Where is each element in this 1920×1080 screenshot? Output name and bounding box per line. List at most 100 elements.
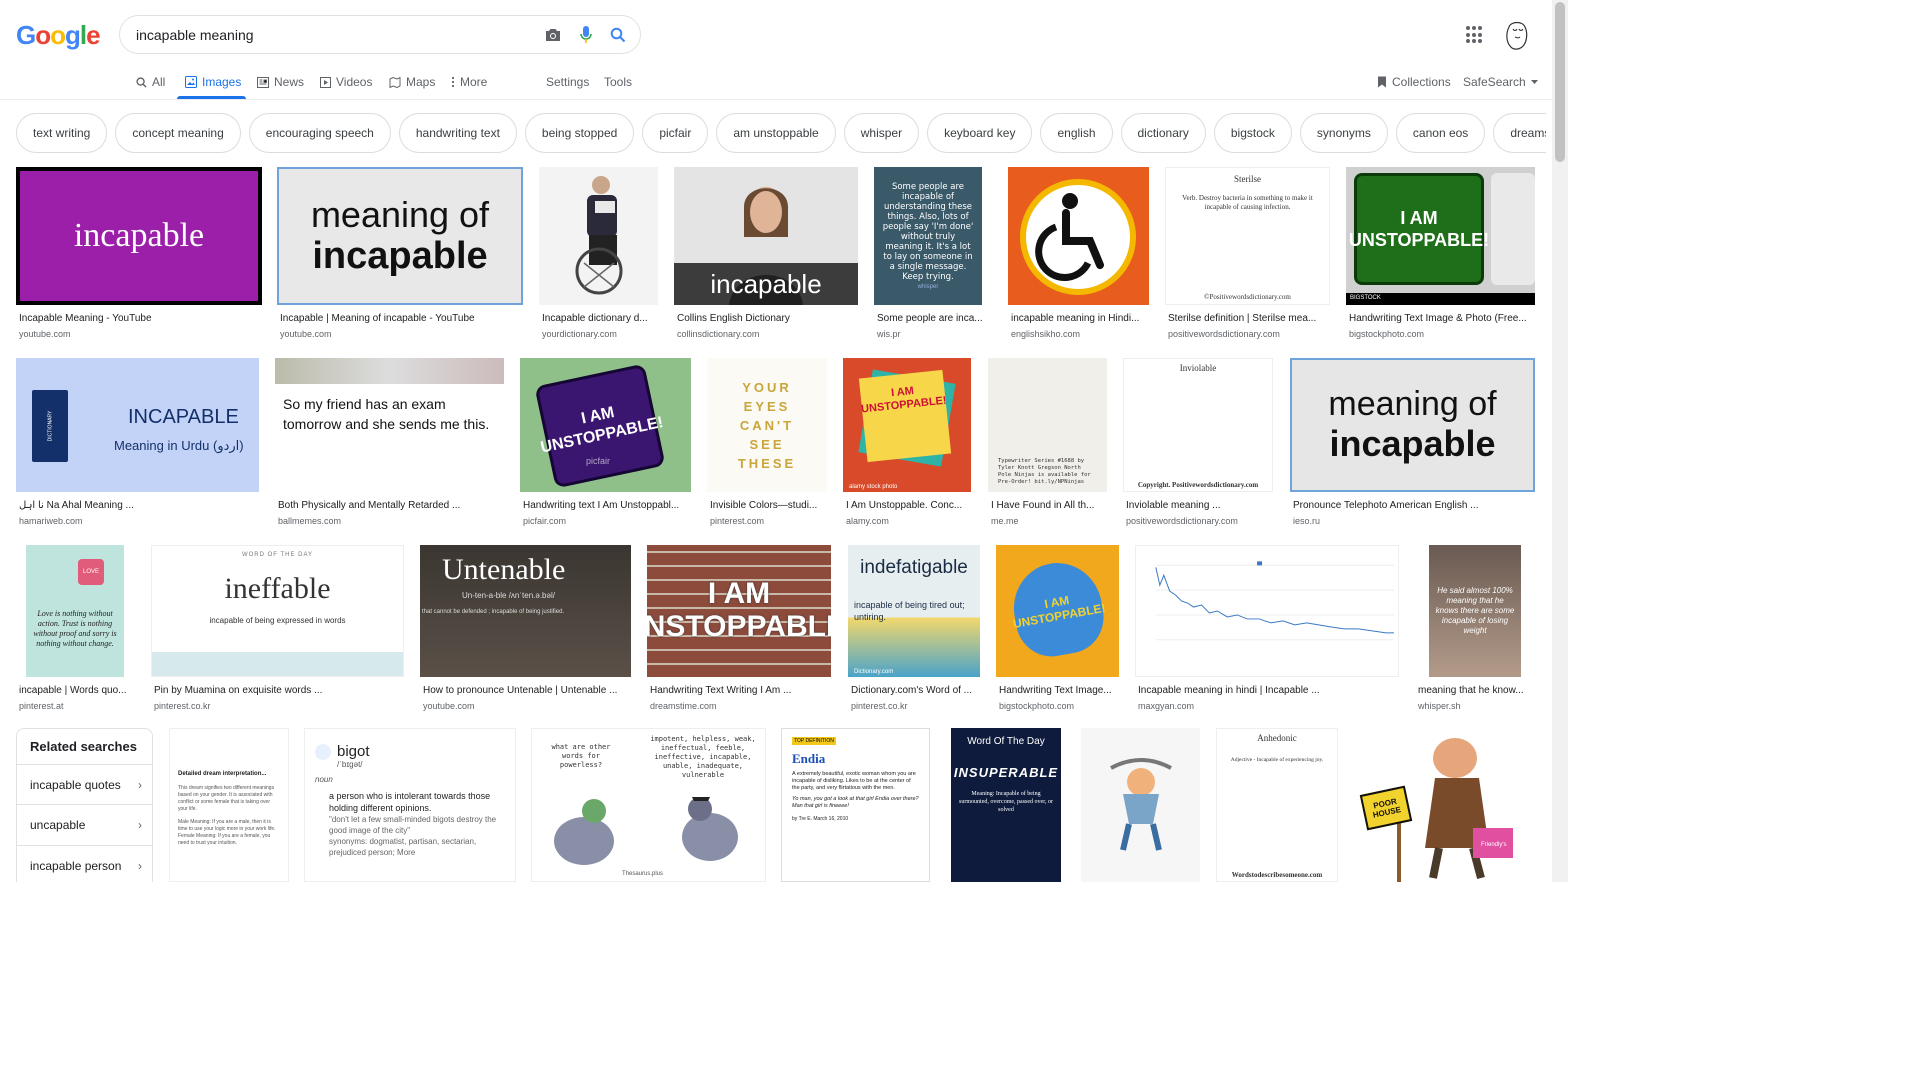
result-title[interactable]: Some people are inca... xyxy=(877,313,991,324)
chip[interactable]: synonyms xyxy=(1299,113,1388,153)
chip[interactable]: bigstock xyxy=(1213,113,1292,153)
result-domain[interactable]: pinterest.com xyxy=(710,516,764,526)
result-title[interactable]: Incapable dictionary d... xyxy=(542,313,660,324)
result-thumbnail[interactable]: incapable xyxy=(16,167,262,305)
result-title[interactable]: I Have Found in All th... xyxy=(991,500,1107,511)
result-title[interactable]: Incapable | Meaning of incapable - YouTu… xyxy=(280,313,520,324)
result-domain[interactable]: pinterest.at xyxy=(19,701,64,711)
result-thumbnail[interactable]: TOP DEFINITION Endia A extremely beautif… xyxy=(781,728,930,882)
result-thumbnail[interactable] xyxy=(539,167,658,305)
google-logo[interactable]: Google xyxy=(16,20,101,51)
result-thumbnail[interactable]: Word Of The Day INSUPERABLE Meaning: Inc… xyxy=(951,728,1061,882)
image-result[interactable]: He said almost 100% meaning that he know… xyxy=(1415,545,1535,715)
image-result[interactable]: DICTIONARY INCAPABLE Meaning in Urdu (ار… xyxy=(16,358,260,530)
result-title[interactable]: Handwriting text I Am Unstoppabl... xyxy=(523,500,691,511)
result-title[interactable]: Pin by Muamina on exquisite words ... xyxy=(154,685,404,696)
result-thumbnail[interactable]: WORD OF THE DAY ineffable incapable of b… xyxy=(151,545,404,677)
result-title[interactable]: incapable meaning in Hindi... xyxy=(1011,313,1149,324)
safesearch-dropdown[interactable]: SafeSearch xyxy=(1463,73,1538,91)
result-domain[interactable]: youtube.com xyxy=(280,329,332,339)
image-result[interactable]: So my friend has an exam tomorrow and sh… xyxy=(275,358,504,530)
result-domain[interactable]: youtube.com xyxy=(19,329,71,339)
image-result[interactable]: what are other words for powerless? impo… xyxy=(531,728,766,882)
image-result[interactable]: Typewriter Series #1688 by Tyler Knott G… xyxy=(988,358,1108,530)
chip[interactable]: concept meaning xyxy=(115,113,241,153)
chip[interactable]: picfair xyxy=(642,113,709,153)
result-thumbnail[interactable]: Typewriter Series #1688 by Tyler Knott G… xyxy=(988,358,1107,492)
related-search-item[interactable]: uncapable › xyxy=(17,804,152,844)
mic-icon[interactable] xyxy=(576,25,596,45)
result-thumbnail[interactable]: meaning of incapable xyxy=(1290,358,1535,492)
result-title[interactable]: Incapable meaning in hindi | Incapable .… xyxy=(1138,685,1398,696)
result-domain[interactable]: englishsikho.com xyxy=(1011,329,1080,339)
image-result[interactable]: Some people are incapable of understandi… xyxy=(874,167,992,342)
result-title[interactable]: Handwriting Text Image... xyxy=(999,685,1119,696)
result-domain[interactable]: positivewordsdictionary.com xyxy=(1126,516,1238,526)
image-result[interactable]: incapable Incapable Meaning - YouTube yo… xyxy=(16,167,262,342)
image-result[interactable]: meaning of incapable Pronounce Telephoto… xyxy=(1290,358,1535,530)
result-thumbnail[interactable]: meaning of incapable xyxy=(277,167,523,305)
tab-videos[interactable]: Videos xyxy=(320,73,372,91)
camera-icon[interactable] xyxy=(543,25,563,45)
result-title[interactable]: Pronounce Telephoto American English ... xyxy=(1293,500,1533,511)
image-result[interactable]: TOP DEFINITION Endia A extremely beautif… xyxy=(781,728,931,882)
result-thumbnail[interactable]: I AM UNSTOPPABLE! BIGSTOCK xyxy=(1346,167,1535,305)
result-title[interactable]: Incapable Meaning - YouTube xyxy=(19,313,259,324)
result-domain[interactable]: bigstockphoto.com xyxy=(999,701,1074,711)
tab-news[interactable]: News xyxy=(257,73,304,91)
image-result[interactable] xyxy=(1081,728,1201,882)
result-thumbnail[interactable]: Sterilse Verb. Destroy bacteria in somet… xyxy=(1165,167,1330,305)
result-domain[interactable]: pinterest.co.kr xyxy=(154,701,211,711)
chip[interactable]: being stopped xyxy=(524,113,635,153)
search-input[interactable] xyxy=(136,24,516,46)
image-result[interactable]: bigot /ˈbɪɡət/ noun a person who is into… xyxy=(304,728,516,882)
image-result[interactable]: Inviolable Copyright. Positivewordsdicti… xyxy=(1123,358,1274,530)
image-result[interactable]: Sterilse Verb. Destroy bacteria in somet… xyxy=(1165,167,1331,342)
image-result[interactable]: POOR HOUSE Friendly's xyxy=(1355,728,1535,882)
result-title[interactable]: I Am Unstoppable. Conc... xyxy=(846,500,972,511)
result-thumbnail[interactable]: incapable xyxy=(674,167,858,305)
result-domain[interactable]: collinsdictionary.com xyxy=(677,329,759,339)
chip[interactable]: text writing xyxy=(16,113,108,153)
chip[interactable]: am unstoppable xyxy=(716,113,836,153)
result-domain[interactable]: youtube.com xyxy=(423,701,475,711)
image-result[interactable]: Anhedonic Adjective - Incapable of exper… xyxy=(1216,728,1339,882)
image-result[interactable]: I AM UNSTOPPABLE! alamy stock photo I Am… xyxy=(843,358,972,530)
result-thumbnail[interactable]: bigot /ˈbɪɡət/ noun a person who is into… xyxy=(304,728,516,882)
settings-link[interactable]: Settings xyxy=(546,73,589,91)
result-thumbnail[interactable]: what are other words for powerless? impo… xyxy=(531,728,766,882)
result-domain[interactable]: whisper.sh xyxy=(1418,701,1461,711)
result-title[interactable]: Collins English Dictionary xyxy=(677,313,857,324)
image-result[interactable]: Incapable meaning in hindi | Incapable .… xyxy=(1135,545,1400,715)
apps-grid-icon[interactable] xyxy=(1466,26,1484,44)
result-title[interactable]: meaning that he know... xyxy=(1418,685,1536,696)
result-title[interactable]: Dictionary.com's Word of ... xyxy=(851,685,981,696)
tools-link[interactable]: Tools xyxy=(604,73,632,91)
result-domain[interactable]: me.me xyxy=(991,516,1019,526)
page-scrollbar[interactable] xyxy=(1552,0,1568,882)
image-result[interactable]: I AM UNSTOPPABLE! BIGSTOCK Handwriting T… xyxy=(1346,167,1535,342)
result-thumbnail[interactable] xyxy=(1081,728,1200,882)
result-thumbnail[interactable]: So my friend has an exam tomorrow and sh… xyxy=(275,358,504,492)
result-thumbnail[interactable]: He said almost 100% meaning that he know… xyxy=(1415,545,1535,677)
related-search-item[interactable]: incapable quotes › xyxy=(17,764,152,804)
image-result[interactable]: meaning of incapable Incapable | Meaning… xyxy=(277,167,523,342)
result-thumbnail[interactable]: DICTIONARY INCAPABLE Meaning in Urdu (ار… xyxy=(16,358,259,492)
image-result[interactable]: I AM UNSTOPPABLE! picfair Handwriting te… xyxy=(520,358,691,530)
result-thumbnail[interactable]: Untenable Un-ten-a-ble /ʌnˈten.ə.bəl/ th… xyxy=(420,545,631,677)
chip[interactable]: canon eos xyxy=(1395,113,1486,153)
result-thumbnail[interactable]: POOR HOUSE Friendly's xyxy=(1355,728,1535,882)
result-title[interactable]: Inviolable meaning ... xyxy=(1126,500,1274,511)
result-thumbnail[interactable]: I AM UNSTOPPABLE! picfair xyxy=(520,358,691,492)
result-thumbnail[interactable]: I AM UNSTOPPABLE! xyxy=(996,545,1119,677)
image-result[interactable]: I AM UNSTOPPABLE! Handwriting Text Writi… xyxy=(647,545,832,715)
search-icon[interactable] xyxy=(608,25,628,45)
result-domain[interactable]: ballmemes.com xyxy=(278,516,341,526)
result-thumbnail[interactable] xyxy=(1008,167,1149,305)
result-title[interactable]: Handwriting Text Image & Photo (Free... xyxy=(1349,313,1535,324)
tab-maps[interactable]: Maps xyxy=(389,73,435,91)
image-result[interactable]: WORD OF THE DAY ineffable incapable of b… xyxy=(151,545,405,715)
chip[interactable]: keyboard key xyxy=(927,113,1033,153)
result-title[interactable]: Invisible Colors—studi... xyxy=(710,500,826,511)
chip[interactable]: dreamstime xyxy=(1493,113,1546,153)
